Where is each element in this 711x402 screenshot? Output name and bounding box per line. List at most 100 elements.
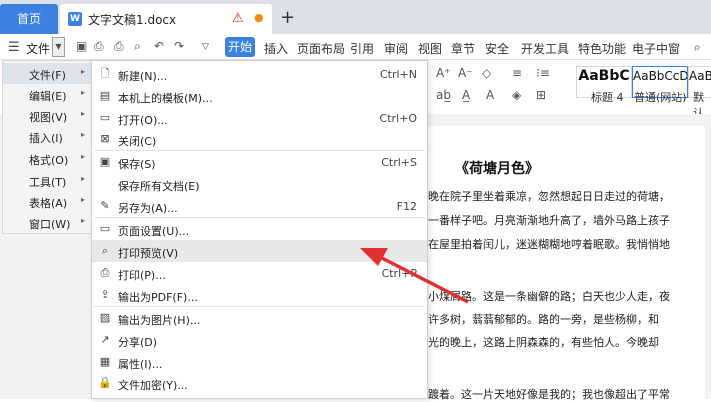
file-menu-button[interactable]: 文件	[26, 40, 50, 57]
save-icon: ▣	[99, 155, 111, 168]
chevron-right-icon: ▸	[81, 216, 86, 225]
chevron-right-icon: ▸	[81, 67, 86, 76]
shortcut-label: F12	[396, 200, 417, 213]
new-doc-icon: 🗋	[100, 67, 110, 80]
chevron-right-icon: ▸	[81, 152, 86, 161]
hamburger-icon[interactable]: ☰	[8, 40, 20, 55]
clear-format-icon[interactable]: ◇	[482, 66, 491, 80]
close-doc-icon: ⊠	[100, 132, 110, 145]
style-label: 标题 4	[591, 91, 624, 104]
shortcut-label: Ctrl+O	[379, 112, 417, 125]
print-icon[interactable]: ⎙	[114, 39, 124, 54]
menu-item-table[interactable]: 表格(A) ▸	[3, 191, 91, 212]
menu-item-view[interactable]: 视图(V) ▸	[3, 105, 91, 126]
save-as-icon: ✎	[100, 199, 110, 212]
fill-color-icon[interactable]: ◈	[512, 88, 521, 102]
document-page[interactable]: 《荷塘月色》 晚在院子里坐着乘凉，忽然想起日日走过的荷塘， 一番样子吧。月亮渐渐…	[425, 126, 705, 401]
doc-line: 在屋里拍着闰儿，迷迷糊糊地哼着眠歌。我悄悄地	[428, 238, 670, 251]
menu-label: 打印(P)...	[118, 269, 166, 282]
menu-item-edit[interactable]: 编辑(E) ▸	[3, 84, 91, 105]
tab-page-layout[interactable]: 页面布局	[297, 40, 345, 57]
menu-item-encrypt[interactable]: 🔒 文件加密(Y)...	[92, 372, 427, 394]
menu-item-template[interactable]: ▤ 本机上的模板(M)...	[92, 85, 427, 107]
document-tab[interactable]: W 文字文稿1.docx ⚠ ●	[60, 4, 272, 34]
menu-item-save-as[interactable]: ✎ 另存为(A)... F12	[92, 195, 427, 217]
font-shrink-icon[interactable]: A⁻	[458, 66, 473, 80]
tab-insert[interactable]: 插入	[264, 40, 288, 57]
menu-item-save[interactable]: ▣ 保存(S) Ctrl+S	[92, 151, 427, 173]
tab-section[interactable]: 章节	[451, 40, 475, 57]
doc-line: 光的晚上，这路上阴森森的，有些怕人。今晚却	[428, 336, 659, 349]
menu-label: 本机上的模板(M)...	[118, 92, 213, 105]
search-icon[interactable]: ⌕	[694, 40, 701, 55]
menu-item-new[interactable]: 🗋 新建(N)... Ctrl+N	[92, 63, 427, 85]
chevron-down-icon[interactable]: ▼	[52, 37, 65, 57]
print-icon: ⎙	[100, 266, 110, 279]
style-sample: AaBbC	[578, 68, 630, 84]
menu-item-share[interactable]: ↗ 分享(D)	[92, 329, 427, 351]
menu-item-insert[interactable]: 插入(I) ▸	[3, 126, 91, 147]
menu-item-page-setup[interactable]: ▭ 页面设置(U)...	[92, 218, 427, 240]
undo-icon[interactable]: ↶	[154, 39, 164, 53]
folder-icon: ▭	[99, 111, 111, 124]
font-color-icon[interactable]: A̲	[462, 88, 470, 102]
menu-label: 打开(O)...	[118, 114, 168, 127]
shortcut-label: Ctrl+S	[381, 156, 417, 169]
menu-label: 输出为PDF(F)...	[118, 291, 198, 304]
tab-review[interactable]: 审阅	[384, 40, 408, 57]
save-icon[interactable]: ▣	[76, 39, 87, 53]
menu-item-save-all[interactable]: 保存所有文档(E)	[92, 173, 427, 195]
writer-icon: W	[68, 12, 82, 26]
menu-label: 格式(O)	[29, 154, 69, 167]
chevron-right-icon: ▸	[81, 130, 86, 139]
menu-label: 文件(F)	[29, 69, 66, 82]
menu-item-format[interactable]: 格式(O) ▸	[3, 148, 91, 169]
menu-label: 页面设置(U)...	[118, 225, 190, 238]
tab-security[interactable]: 安全	[485, 40, 509, 57]
font-grow-icon[interactable]: A⁺	[436, 66, 451, 80]
tab-features[interactable]: 特色功能	[578, 40, 626, 57]
menu-item-open[interactable]: ▭ 打开(O)... Ctrl+O	[92, 107, 427, 129]
doc-line: 许多树，蓊蓊郁郁的。路的一旁，是些杨柳，和	[428, 313, 659, 326]
list-icon[interactable]: ≡	[512, 66, 522, 80]
menu-label: 分享(D)	[118, 336, 158, 349]
menu-item-print[interactable]: ⎙ 打印(P)... Ctrl+P	[92, 262, 427, 284]
export-icon[interactable]: ⎙	[94, 39, 104, 54]
numbered-list-icon[interactable]: ⁝≡	[536, 66, 550, 80]
menu-item-print-preview[interactable]: ⌕ 打印预览(V)	[92, 240, 427, 262]
tab-view[interactable]: 视图	[418, 40, 442, 57]
print-preview-icon[interactable]: ⌕	[134, 39, 141, 54]
tab-electronic[interactable]: 电子中窗	[632, 40, 680, 57]
char-shade-icon[interactable]: A	[486, 88, 494, 102]
menu-item-window[interactable]: 窗口(W) ▸	[3, 212, 91, 233]
file-dropdown-menu: 文件(F) ▸ 编辑(E) ▸ 视图(V) ▸ 插入(I) ▸ 格式(O) ▸ 工具(T)…	[2, 60, 92, 234]
redo-icon[interactable]: ↷	[174, 39, 184, 53]
print-preview-icon: ⌕	[101, 244, 109, 257]
home-tab[interactable]: 首页	[0, 4, 58, 34]
new-tab-button[interactable]: +	[280, 7, 295, 28]
shortcut-label: Ctrl+N	[379, 68, 417, 81]
properties-icon: ▦	[99, 355, 111, 368]
menu-item-file[interactable]: 文件(F) ▸	[3, 63, 91, 84]
menu-label: 工具(T)	[29, 176, 67, 189]
more-icon[interactable]: ▽	[202, 42, 209, 52]
encrypt-icon: 🔒	[98, 376, 112, 389]
menu-item-export-pdf[interactable]: ⇪ 输出为PDF(F)...	[92, 284, 427, 306]
page-title: 《荷塘月色》	[455, 161, 539, 177]
menu-item-export-image[interactable]: ▨ 输出为图片(H)...	[92, 307, 427, 329]
highlight-icon[interactable]: ab̲	[436, 88, 451, 102]
menu-item-close[interactable]: ⊠ 关闭(C)	[92, 128, 427, 150]
warning-icon[interactable]: ⚠	[232, 11, 244, 26]
shortcut-label: Ctrl+P	[381, 267, 417, 280]
menu-item-tools[interactable]: 工具(T) ▸	[3, 170, 91, 191]
tab-references[interactable]: 引用	[350, 40, 374, 57]
border-icon[interactable]: ⊞	[536, 88, 546, 102]
menu-label: 属性(I)...	[118, 358, 163, 371]
menu-label: 文件加密(Y)...	[118, 379, 188, 392]
chevron-right-icon: ▸	[81, 88, 86, 97]
tab-start[interactable]: 开始	[225, 37, 255, 57]
menu-label: 保存(S)	[118, 158, 156, 171]
menu-item-properties[interactable]: ▦ 属性(I)...	[92, 351, 427, 373]
tab-developer[interactable]: 开发工具	[521, 40, 569, 57]
menu-ribbon: ☰ 文件 ▼ ▣ ⎙ ⎙ ⌕ ↶ ↷ ▽ 开始 插入 页面布局 引用 审阅 视图…	[0, 34, 711, 60]
